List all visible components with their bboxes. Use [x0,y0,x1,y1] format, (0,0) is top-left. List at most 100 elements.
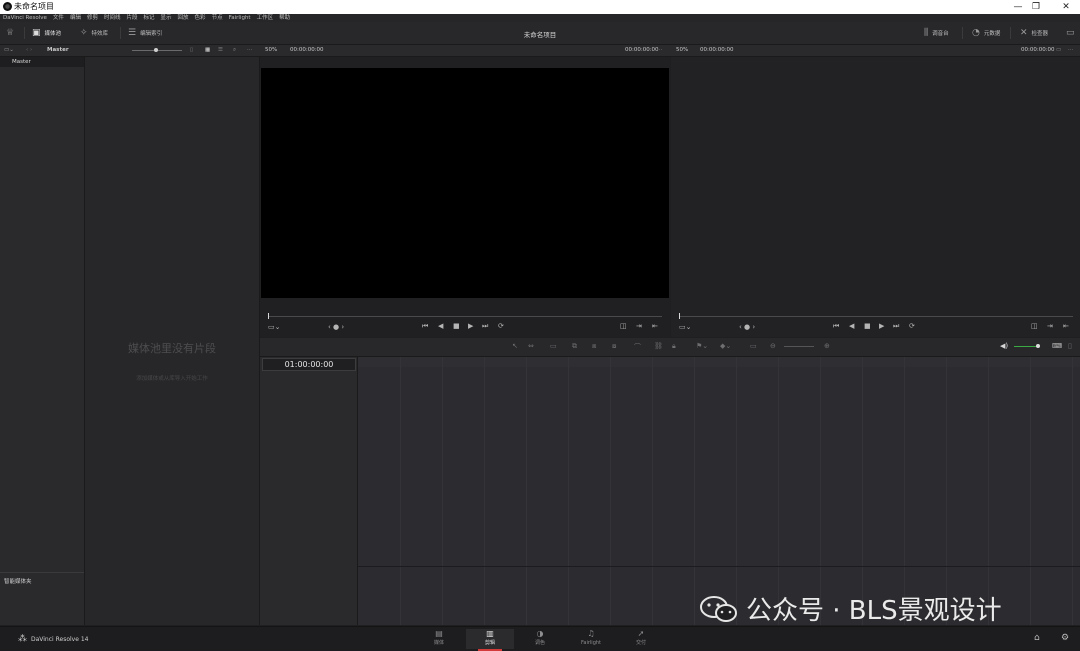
menu-item-fairlight[interactable]: Fairlight [229,14,251,22]
mark-in-icon[interactable]: ⇤ [652,322,658,330]
media-pool-empty-hint: 添加媒体或从库导入开始工作 [136,376,208,382]
zoom-out-icon[interactable]: ⊖ [770,342,776,350]
timeline-area[interactable] [358,357,1080,625]
keyboard-icon[interactable]: ⌨ [1052,342,1062,350]
menu-item-color[interactable]: 色彩 [195,14,206,22]
page-tab-fairlight[interactable]: ♫ Fairlight [567,629,615,649]
rec-go-to-start-button[interactable]: ⏮ [833,322,839,331]
play-button[interactable]: ▶ [468,322,473,330]
timeline-ruler[interactable] [358,357,1080,367]
nav-arrows-icon[interactable]: ‹ › [26,45,32,56]
timeline-zoom-slider[interactable] [784,346,814,347]
menu-item-edit[interactable]: 编辑 [70,14,81,22]
rec-play-button[interactable]: ▶ [879,322,884,330]
media-pool-area[interactable]: 媒体池里没有片段 添加媒体或从库导入开始工作 [85,57,260,625]
mark-out-icon[interactable]: ⇥ [636,322,642,330]
restore-button[interactable]: ❐ [1022,0,1050,14]
home-icon[interactable]: ⌂ [1034,633,1040,643]
volume-slider-handle[interactable] [1036,344,1040,348]
go-to-start-button[interactable]: ⏮ [422,322,428,331]
viewer-mode-icon[interactable]: ▭ [1056,45,1061,56]
menu-item-workspace[interactable]: 工作区 [257,14,274,22]
menu-item-clip[interactable]: 片段 [126,14,137,22]
go-to-end-button[interactable]: ⏭ [482,322,488,331]
timeline-view-options-icon[interactable]: ▭⌄ [679,323,691,331]
source-zoom[interactable]: 50% [265,45,277,56]
trim-tool-icon[interactable]: ⇔ [528,342,534,350]
settings-gear-icon[interactable]: ⚙ [1061,633,1069,643]
sidebar-toggle-icon[interactable]: ▭⌄ [4,45,14,56]
page-tab-color[interactable]: ◑ 调色 [516,629,564,649]
timeline-viewer-playhead[interactable] [679,313,680,319]
stop-button[interactable]: ■ [453,322,460,330]
marker-icon[interactable]: ◆⌄ [720,342,731,350]
metadata-button[interactable]: ◔ 元数据 [972,27,1000,39]
blade-tool-icon[interactable]: ▭ [550,342,557,350]
source-view-options-icon[interactable]: ▭⌄ [268,323,280,331]
match-frame-icon[interactable]: ◫ [620,322,627,330]
page-tab-media[interactable]: ▤ 媒体 [415,629,463,649]
timeline-viewer[interactable]: ▭⌄ ‹ ● › ⏮ ◀ ■ ▶ ⏭ ⟳ ◫ ⇥ ⇤ [671,57,1080,337]
link-icon[interactable]: ⛓ [654,342,663,350]
source-viewer-screen[interactable] [261,68,669,298]
bin-item-master[interactable]: Master [0,57,84,67]
page-tab-label: 剪辑 [484,640,495,646]
menu-item-davinci[interactable]: DaVinci Resolve [3,14,47,22]
timeline-jog-control[interactable]: ‹ ● › [739,323,755,331]
overwrite-clip-icon[interactable]: ⧈ [592,342,596,351]
position-lock-icon[interactable]: 🔒︎ [672,342,676,351]
inspector-button[interactable]: ✕ 检查器 [1020,27,1048,39]
window-title: 未命名项目 [14,2,54,11]
close-button[interactable]: ✕ [1052,0,1080,14]
menu-item-mark[interactable]: 标记 [144,14,155,22]
selection-tool-icon[interactable]: ↖ [512,342,518,350]
timeline-timecode[interactable]: 01:00:00:00 [262,358,356,371]
audio-meter-icon[interactable]: ▯ [1068,342,1072,350]
replace-clip-icon[interactable]: ⧇ [612,342,616,351]
record-zoom[interactable]: 50% [676,45,688,56]
list-view-icon[interactable]: ☰ [218,45,223,56]
media-pool-empty-title: 媒体池里没有片段 [128,342,216,355]
insert-clip-icon[interactable]: ⧉ [572,342,577,351]
rec-mark-in-icon[interactable]: ⇤ [1063,322,1069,330]
menu-item-file[interactable]: 文件 [53,14,64,22]
rec-stop-button[interactable]: ■ [864,322,871,330]
grid-view-icon[interactable]: ▦ [205,45,210,56]
timeline-viewer-scrubber[interactable] [679,316,1073,317]
mixer-button[interactable]: ⫼ 调音台 [924,27,949,39]
rec-match-frame-icon[interactable]: ◫ [1031,322,1038,330]
thumb-size-slider-handle[interactable] [154,48,158,52]
source-playhead[interactable] [268,313,269,319]
speaker-icon[interactable]: ◀) [1000,342,1008,350]
rec-go-to-end-button[interactable]: ⏭ [893,322,899,331]
page-tab-edit[interactable]: ▥ 剪辑 [466,629,514,651]
more-options-icon[interactable]: ⋯ [247,45,253,56]
source-jog-control[interactable]: ‹ ● › [328,323,344,331]
current-bin-label: Master [47,47,69,53]
zoom-in-icon[interactable]: ⊕ [824,342,830,350]
video-audio-divider[interactable] [358,566,1080,567]
menu-item-playback[interactable]: 回放 [178,14,189,22]
menu-item-help[interactable]: 帮助 [279,14,290,22]
flag-icon[interactable]: ⚑⌄ [696,342,708,350]
step-back-button[interactable]: ◀ [438,322,443,330]
search-icon[interactable]: ⌕ [233,45,236,56]
menu-item-trim[interactable]: 修剪 [87,14,98,22]
record-options-icon[interactable]: ⋯ [1068,45,1074,56]
rec-loop-button[interactable]: ⟳ [909,322,915,330]
source-options-icon[interactable]: ⋯ [657,45,663,56]
bin-list-panel: Master 智能媒体夹 [0,57,85,625]
snapping-icon[interactable]: ⌒ [634,342,641,352]
rec-step-back-button[interactable]: ◀ [849,322,854,330]
metadata-view-icon[interactable]: ▯ [190,45,193,56]
timeline-view-icon[interactable]: ▭ [750,342,757,350]
loop-button[interactable]: ⟳ [498,322,504,330]
volume-slider[interactable] [1014,346,1038,347]
menu-item-timeline[interactable]: 时间线 [104,14,121,22]
menu-item-nodes[interactable]: 节点 [212,14,223,22]
rec-mark-out-icon[interactable]: ⇥ [1047,322,1053,330]
page-tab-deliver[interactable]: ➚ 交付 [617,629,665,649]
source-scrubber[interactable] [268,316,662,317]
panel-toggle-button[interactable]: ▭ [1066,27,1075,39]
menu-item-view[interactable]: 显示 [161,14,172,22]
